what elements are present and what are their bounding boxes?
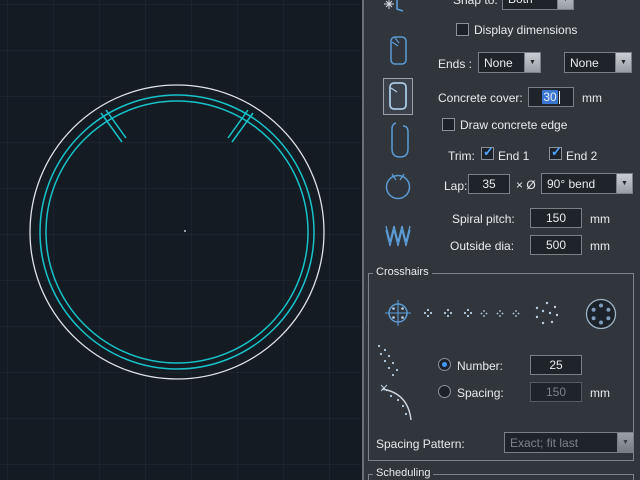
snap-to-dropdown[interactable]: Both ▼: [502, 0, 574, 10]
drawing-canvas[interactable]: [0, 0, 362, 480]
ends-label: Ends :: [438, 57, 473, 71]
center-point: [184, 230, 186, 232]
outside-dia-input[interactable]: 500: [530, 235, 582, 255]
chevron-down-icon[interactable]: ▼: [557, 0, 573, 9]
dots-medium-pattern-button[interactable]: [476, 304, 524, 322]
radio-dot: [442, 362, 447, 367]
trim-end1-label: End 1: [498, 149, 530, 163]
draw-concrete-edge-label: Draw concrete edge: [460, 118, 568, 132]
display-dimensions-label: Display dimensions: [474, 23, 578, 37]
crosshair-target-button[interactable]: [383, 298, 413, 328]
chevron-down-icon[interactable]: ▼: [617, 433, 633, 452]
circular-hoop-tool-button[interactable]: [384, 168, 412, 203]
chevron-down-icon[interactable]: ▼: [615, 53, 631, 72]
crosshairs-group-label: Crosshairs: [373, 266, 432, 278]
trim-end1-checkbox[interactable]: ✓: [481, 144, 494, 160]
spiral-tool-button[interactable]: [384, 221, 414, 249]
lap-label: Lap:: [444, 179, 468, 193]
circle-with-bars-pattern-button[interactable]: [584, 297, 618, 331]
draw-concrete-edge-checkbox[interactable]: [442, 118, 455, 131]
open-stirrup-icon: [391, 122, 409, 158]
spacing-pattern-dropdown[interactable]: Exact; fit last ▼: [504, 432, 634, 453]
spiral-pitch-unit: mm: [590, 212, 610, 226]
open-stirrup-tool-button[interactable]: [389, 119, 411, 161]
concrete-cover-unit: mm: [582, 91, 602, 105]
lap-input[interactable]: 35: [468, 174, 510, 194]
spacing-input[interactable]: 150: [530, 382, 582, 402]
chevron-down-icon[interactable]: ▼: [616, 174, 632, 193]
number-label: Number:: [457, 359, 504, 373]
lap-multiplier-label: × Ø: [516, 178, 536, 192]
end1-value: None: [484, 55, 513, 70]
scheduling-group-label: Scheduling: [373, 467, 434, 479]
spacing-pattern-label: Spacing Pattern:: [376, 437, 465, 451]
circular-hoop-icon: [385, 173, 411, 200]
end1-dropdown[interactable]: None ▼: [478, 52, 541, 73]
text-caret: [558, 90, 560, 104]
bar-end-tool-button[interactable]: [382, 0, 412, 20]
display-dimensions-checkbox[interactable]: [456, 23, 469, 36]
spiral-rebar-outer-circle: [39, 94, 315, 370]
dots-wide-pattern-icon: [423, 308, 473, 318]
arc-with-dots-pattern-button[interactable]: [379, 383, 415, 423]
stirrup-selected-icon: [389, 82, 407, 110]
lap-bend-dropdown[interactable]: 90° bend ▼: [541, 173, 633, 194]
outside-dia-value: 500: [545, 238, 567, 252]
diagonal-scatter-pattern-icon: [377, 344, 399, 377]
crosshair-target-icon: [385, 300, 411, 326]
snap-to-value: Both: [503, 0, 557, 9]
number-value: 25: [549, 358, 563, 372]
diagonal-scatter-pattern-button[interactable]: [373, 342, 405, 380]
lap-value: 35: [482, 177, 496, 191]
closed-stirrup-tool-button[interactable]: [387, 34, 411, 68]
chevron-down-icon[interactable]: ▼: [524, 53, 540, 72]
concrete-cover-label: Concrete cover:: [438, 91, 523, 105]
spiral-icon: [385, 225, 411, 247]
end2-dropdown[interactable]: None ▼: [564, 52, 632, 73]
dots-cluster-pattern-button[interactable]: [532, 298, 562, 328]
outside-dia-label: Outside dia:: [450, 239, 515, 253]
outside-dia-unit: mm: [590, 239, 610, 253]
snap-to-label: Snap to:: [453, 0, 498, 7]
end2-value: None: [570, 55, 599, 70]
concrete-cover-value: 30: [542, 90, 558, 104]
spiral-rebar-inner-circle: [45, 100, 309, 364]
check-icon: ✓: [483, 144, 494, 159]
spacing-label: Spacing:: [457, 386, 504, 400]
spacing-radio[interactable]: [438, 385, 451, 398]
check-icon: ✓: [551, 144, 562, 159]
trim-label: Trim:: [448, 149, 475, 163]
dots-wide-pattern-button[interactable]: [422, 302, 474, 324]
spacing-value: 150: [545, 385, 567, 399]
trim-end2-label: End 2: [566, 149, 598, 163]
concrete-cover-input[interactable]: 30: [528, 87, 574, 107]
spiral-pitch-input[interactable]: 150: [530, 208, 582, 228]
trim-end2-checkbox[interactable]: ✓: [549, 144, 562, 160]
circle-with-bars-pattern-icon: [585, 298, 617, 330]
properties-panel: Snap to: Both ▼ Display dimensions Ends …: [362, 0, 640, 480]
dots-medium-pattern-icon: [480, 310, 520, 317]
spiral-pitch-value: 150: [545, 211, 567, 225]
number-radio[interactable]: [438, 358, 451, 371]
lap-bend-value: 90° bend: [547, 176, 596, 191]
arc-with-dots-pattern-icon: [380, 384, 412, 421]
rebar-section-drawing: [29, 84, 325, 380]
app-window: Snap to: Both ▼ Display dimensions Ends …: [0, 0, 640, 480]
bar-end-icon: [384, 0, 404, 12]
concrete-outline-circle: [29, 84, 325, 380]
closed-stirrup-icon: [390, 36, 407, 65]
dots-cluster-pattern-icon: [535, 301, 559, 325]
spacing-pattern-value: Exact; fit last: [510, 435, 579, 450]
spacing-unit: mm: [590, 386, 610, 400]
number-input[interactable]: 25: [530, 355, 582, 375]
spiral-pitch-label: Spiral pitch:: [452, 212, 515, 226]
stirrup-selected-tool-button[interactable]: [383, 78, 413, 115]
